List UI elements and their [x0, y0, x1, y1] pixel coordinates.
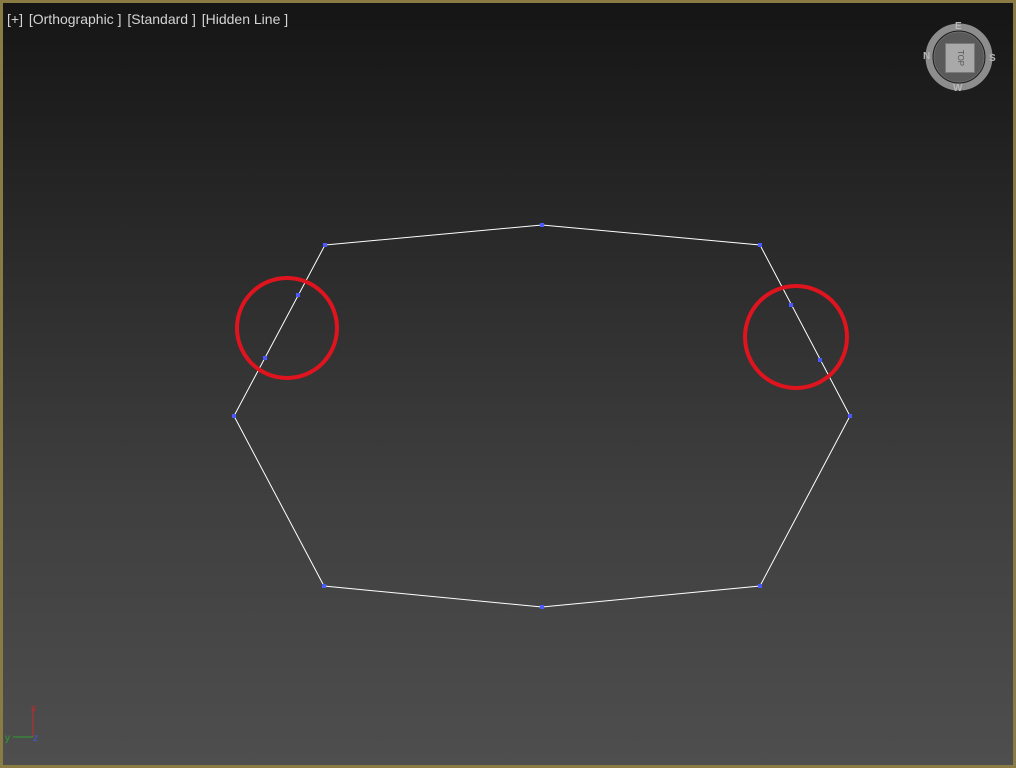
axis-gizmo-icon: x y z: [5, 703, 38, 744]
axis-z-label: z: [33, 733, 38, 744]
vertex[interactable]: [818, 358, 822, 362]
spline-vertices: [232, 223, 852, 609]
scene-canvas[interactable]: [3, 3, 1013, 765]
vertex[interactable]: [758, 243, 762, 247]
highlight-circle-right: [743, 284, 849, 390]
vertex[interactable]: [232, 414, 236, 418]
vertex[interactable]: [848, 414, 852, 418]
axis-x-label: x: [31, 703, 36, 714]
vertex[interactable]: [540, 605, 544, 609]
vertex[interactable]: [789, 303, 793, 307]
vertex[interactable]: [540, 223, 544, 227]
spline-shape[interactable]: [233, 224, 851, 608]
vertex[interactable]: [323, 243, 327, 247]
viewport-top[interactable]: [+] [Orthographic ] [Standard ] [Hidden …: [0, 0, 1016, 768]
vertex[interactable]: [322, 584, 326, 588]
vertex[interactable]: [263, 356, 267, 360]
axis-y-label: y: [5, 733, 10, 744]
highlight-circle-left: [235, 276, 339, 380]
vertex[interactable]: [296, 293, 300, 297]
vertex[interactable]: [758, 584, 762, 588]
